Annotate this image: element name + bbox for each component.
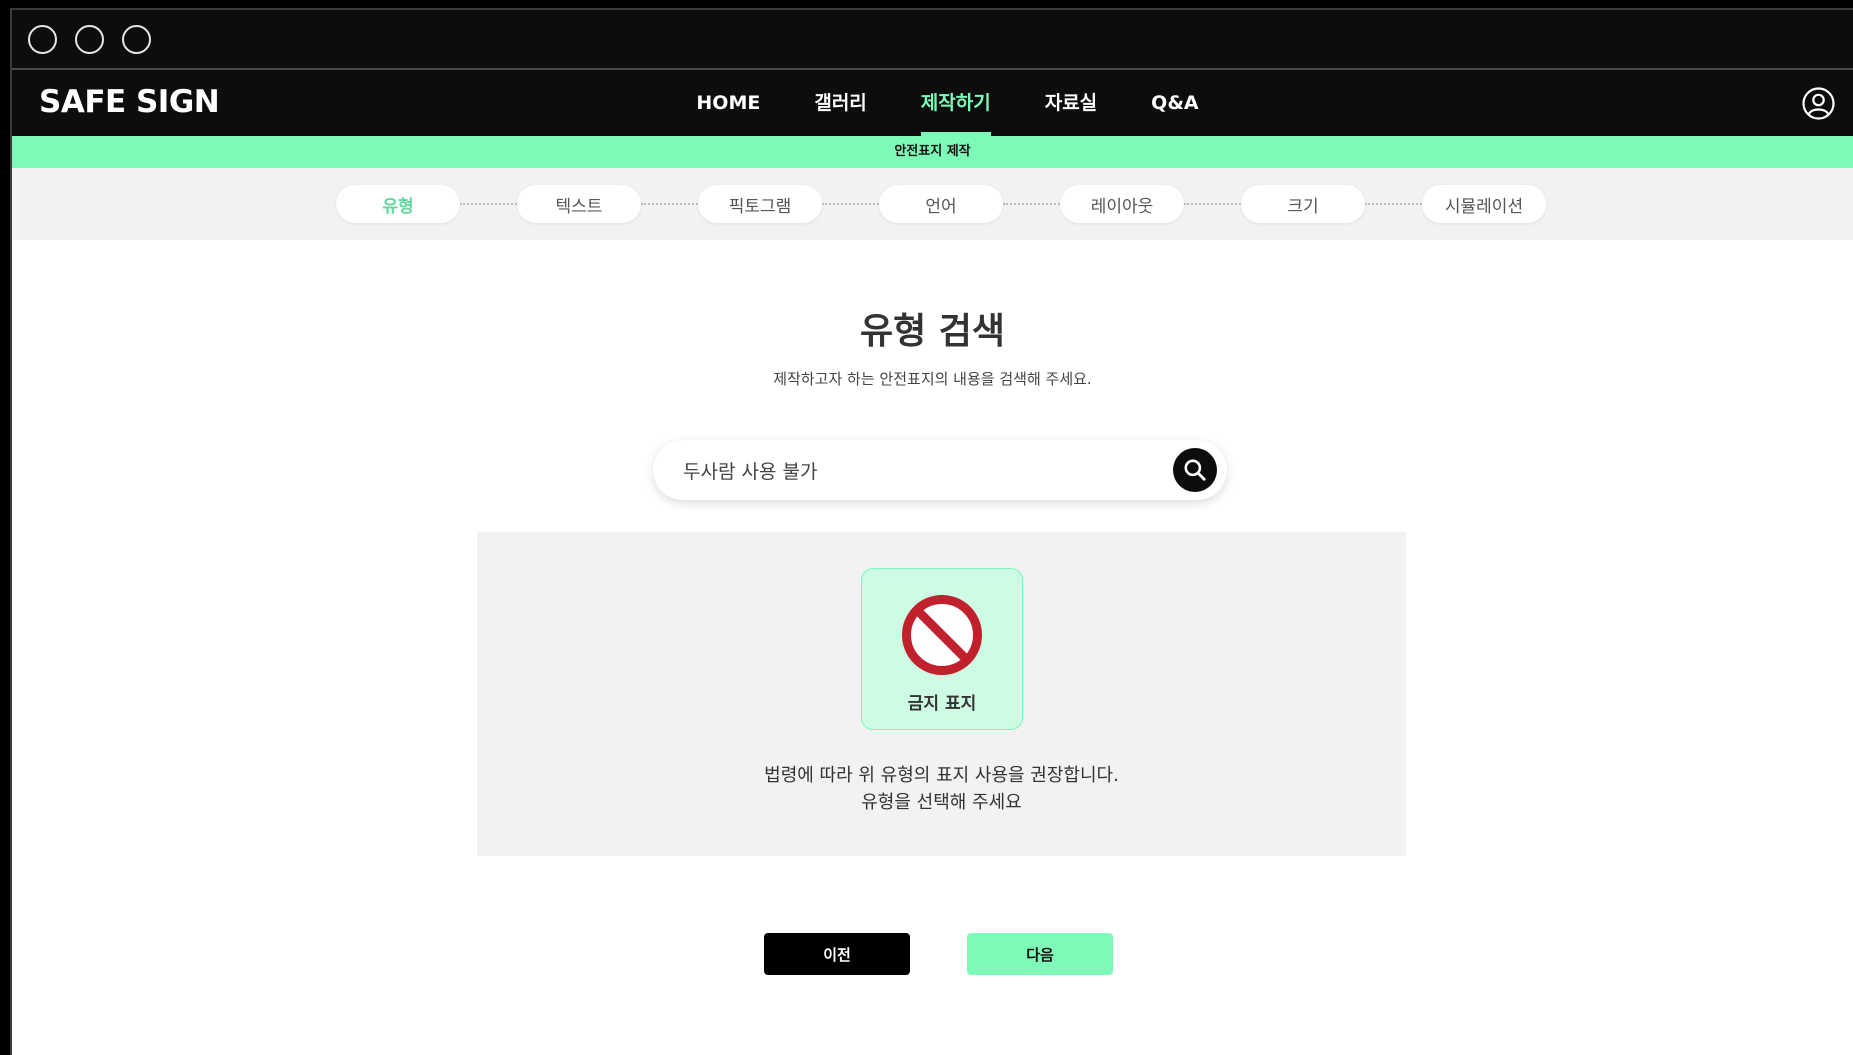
prev-button[interactable]: 이전 — [764, 933, 910, 975]
nav-item-gallery[interactable]: 갤러리 — [787, 70, 893, 136]
prohibition-icon — [902, 595, 982, 675]
nav-item-create[interactable]: 제작하기 — [894, 70, 1018, 136]
step-progress-bar: 유형 텍스트 픽토그램 언어 레이아웃 크기 시뮬레이션 — [12, 168, 1853, 240]
result-message-line1: 법령에 따라 위 유형의 표지 사용을 권장합니다. — [764, 765, 1119, 786]
search-result-panel: 금지 표지 법령에 따라 위 유형의 표지 사용을 권장합니다. 유형을 선택해… — [477, 532, 1406, 856]
window-control-3[interactable] — [122, 24, 151, 54]
step-connector — [1184, 203, 1241, 205]
type-card-prohibition[interactable]: 금지 표지 — [861, 568, 1023, 730]
search-icon — [1184, 459, 1206, 481]
nav-item-resources[interactable]: 자료실 — [1018, 70, 1124, 136]
nav-item-home[interactable]: HOME — [669, 70, 787, 136]
app-window: SAFE SIGN HOME 갤러리 제작하기 자료실 Q&A 안전표지 제작 … — [10, 8, 1853, 1055]
window-titlebar — [12, 10, 1853, 70]
next-button[interactable]: 다음 — [967, 933, 1113, 975]
result-message-line2: 유형을 선택해 주세요 — [861, 792, 1022, 813]
step-size[interactable]: 크기 — [1241, 185, 1365, 223]
search-bar — [653, 440, 1227, 500]
step-language[interactable]: 언어 — [879, 185, 1003, 223]
step-connector — [460, 203, 517, 205]
step-layout[interactable]: 레이아웃 — [1060, 185, 1184, 223]
search-button[interactable] — [1173, 448, 1217, 492]
step-connector — [822, 203, 879, 205]
page-subtitle: 제작하고자 하는 안전표지의 내용을 검색해 주세요. — [773, 370, 1092, 388]
window-control-1[interactable] — [28, 24, 57, 54]
step-connector — [1365, 203, 1422, 205]
search-input[interactable] — [683, 440, 1153, 500]
step-type[interactable]: 유형 — [336, 185, 460, 223]
page-title: 유형 검색 — [859, 311, 1005, 352]
window-control-2[interactable] — [75, 24, 104, 54]
main-content: 유형 검색 제작하고자 하는 안전표지의 내용을 검색해 주세요. 금지 표지 … — [12, 240, 1853, 1055]
step-pictogram[interactable]: 픽토그램 — [698, 185, 822, 223]
step-connector — [1003, 203, 1060, 205]
step-connector — [641, 203, 698, 205]
user-icon[interactable] — [1802, 87, 1835, 120]
main-nav: HOME 갤러리 제작하기 자료실 Q&A — [12, 70, 1853, 136]
section-banner: 안전표지 제작 — [12, 136, 1853, 168]
top-navbar: SAFE SIGN HOME 갤러리 제작하기 자료실 Q&A — [12, 70, 1853, 136]
nav-item-qna[interactable]: Q&A — [1124, 70, 1225, 136]
step-simulation[interactable]: 시뮬레이션 — [1422, 185, 1546, 223]
step-text[interactable]: 텍스트 — [517, 185, 641, 223]
result-message: 법령에 따라 위 유형의 표지 사용을 권장합니다. 유형을 선택해 주세요 — [477, 762, 1406, 816]
type-card-label: 금지 표지 — [907, 694, 977, 714]
